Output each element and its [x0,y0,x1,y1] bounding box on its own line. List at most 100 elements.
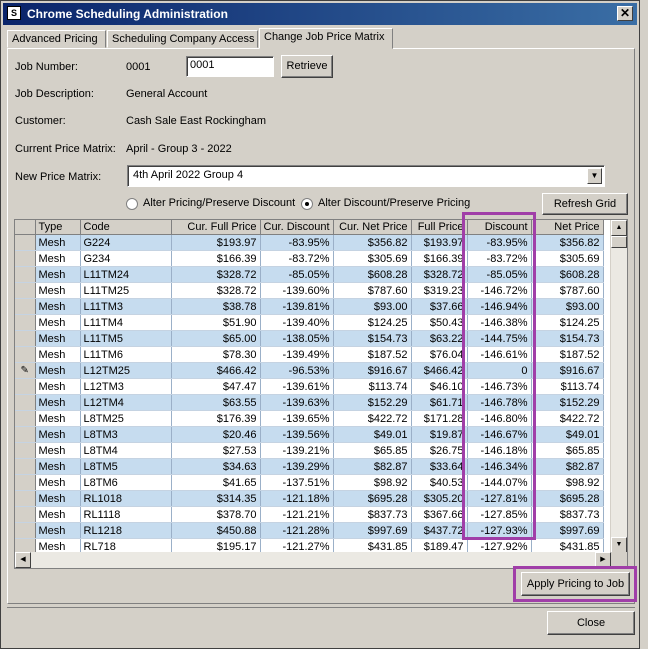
vertical-scroll-thumb[interactable] [611,236,627,248]
cell-cur-net-price[interactable]: $152.29 [333,394,412,411]
cell-cur-net-price[interactable]: $305.69 [333,250,412,267]
cell-type[interactable]: Mesh [35,362,81,379]
retrieve-button[interactable]: Retrieve [281,55,333,78]
price-grid[interactable]: Type Code Cur. Full Price Cur. Discount … [14,219,628,569]
column-header-type[interactable]: Type [35,220,81,235]
cell-code[interactable]: L8TM4 [80,442,172,459]
table-row[interactable]: Mesh L11TM5 $65.00 -138.05% $154.73 $63.22 -14… [15,330,604,347]
cell-cur-discount[interactable]: -137.51% [260,474,334,491]
cell-full-price[interactable]: $63.22 [411,330,468,347]
column-header-code[interactable]: Code [80,220,172,235]
cell-cur-net-price[interactable]: $422.72 [333,410,412,427]
row-selector[interactable] [15,266,36,283]
table-row[interactable]: Mesh G234 $166.39 -83.72% $305.69 $166.39 -83.… [15,250,604,267]
table-row[interactable]: Mesh RL1018 $314.35 -121.18% $695.28 $305.20-… [15,490,604,507]
cell-code[interactable]: G224 [80,234,172,251]
cell-full-price[interactable]: $26.75 [411,442,468,459]
cell-net-price[interactable]: $49.01 [531,426,604,443]
row-selector[interactable] [15,522,36,539]
cell-type[interactable]: Mesh [35,506,81,523]
cell-code[interactable]: L11TM6 [80,346,172,363]
scroll-left-icon[interactable]: ◀ [15,552,31,568]
cell-cur-full-price[interactable]: $51.90 [171,314,261,331]
cell-discount[interactable]: -144.07% [467,474,532,491]
title-bar[interactable]: S Chrome Scheduling Administration ✕ [3,3,637,25]
cell-full-price[interactable]: $466.42 [411,362,468,379]
cell-full-price[interactable]: $61.71 [411,394,468,411]
cell-code[interactable]: L8TM25 [80,410,172,427]
cell-cur-discount[interactable]: -139.49% [260,346,334,363]
cell-cur-discount[interactable]: -139.65% [260,410,334,427]
cell-cur-discount[interactable]: -121.28% [260,522,334,539]
row-selector[interactable] [15,442,36,459]
cell-full-price[interactable]: $50.43 [411,314,468,331]
row-selector[interactable] [15,410,36,427]
table-row[interactable]: Mesh L8TM4 $27.53 -139.21% $65.85 $26.75 -146.… [15,442,604,459]
cell-net-price[interactable]: $187.52 [531,346,604,363]
cell-cur-discount[interactable]: -83.95% [260,234,334,251]
cell-cur-discount[interactable]: -96.53% [260,362,334,379]
cell-discount[interactable]: -146.73% [467,378,532,395]
column-header-cur-net-price[interactable]: Cur. Net Price [333,220,412,235]
job-number-input[interactable]: 0001 [186,56,274,77]
cell-code[interactable]: L11TM3 [80,298,172,315]
cell-net-price[interactable]: $154.73 [531,330,604,347]
cell-discount[interactable]: -146.38% [467,314,532,331]
tab-change-job-price-matrix[interactable]: Change Job Price Matrix [259,28,393,49]
table-row[interactable]: Mesh L11TM6 $78.30 -139.49% $187.52 $76.04 -14… [15,346,604,363]
cell-discount[interactable]: -146.61% [467,346,532,363]
cell-code[interactable]: L11TM24 [80,266,172,283]
cell-discount[interactable]: -127.85% [467,506,532,523]
column-header-full-price[interactable]: Full Price [411,220,468,235]
table-row[interactable]: ✎ Mesh L12TM25 $466.42 -96.53% $916.67 $466.42… [15,362,604,379]
cell-cur-net-price[interactable]: $65.85 [333,442,412,459]
cell-type[interactable]: Mesh [35,458,81,475]
cell-code[interactable]: L12TM4 [80,394,172,411]
cell-type[interactable]: Mesh [35,250,81,267]
cell-cur-discount[interactable]: -139.56% [260,426,334,443]
close-window-button[interactable]: ✕ [617,6,633,21]
vertical-scrollbar[interactable]: ▲ ▼ [610,220,627,553]
cell-code[interactable]: G234 [80,250,172,267]
table-row[interactable]: Mesh L8TM25 $176.39 -139.65% $422.72 $171.28-… [15,410,604,427]
cell-full-price[interactable]: $171.28 [411,410,468,427]
row-selector[interactable] [15,330,36,347]
cell-discount[interactable]: -127.81% [467,490,532,507]
column-header-discount[interactable]: Discount [467,220,532,235]
cell-cur-net-price[interactable]: $916.67 [333,362,412,379]
cell-type[interactable]: Mesh [35,314,81,331]
cell-cur-full-price[interactable]: $38.78 [171,298,261,315]
row-selector[interactable] [15,426,36,443]
cell-net-price[interactable]: $356.82 [531,234,604,251]
cell-cur-net-price[interactable]: $787.60 [333,282,412,299]
cell-full-price[interactable]: $193.97 [411,234,468,251]
cell-cur-net-price[interactable]: $356.82 [333,234,412,251]
cell-net-price[interactable]: $608.28 [531,266,604,283]
row-selector[interactable] [15,314,36,331]
cell-type[interactable]: Mesh [35,474,81,491]
row-selector[interactable] [15,346,36,363]
cell-type[interactable]: Mesh [35,282,81,299]
cell-full-price[interactable]: $319.23 [411,282,468,299]
cell-cur-full-price[interactable]: $450.88 [171,522,261,539]
cell-discount[interactable]: -146.78% [467,394,532,411]
cell-discount[interactable]: -146.72% [467,282,532,299]
cell-cur-discount[interactable]: -139.81% [260,298,334,315]
cell-cur-net-price[interactable]: $82.87 [333,458,412,475]
cell-full-price[interactable]: $33.64 [411,458,468,475]
table-row[interactable]: Mesh L11TM4 $51.90 -139.40% $124.25 $50.43 -14… [15,314,604,331]
tab-scheduling-company-access[interactable]: Scheduling Company Access [107,30,258,48]
cell-cur-full-price[interactable]: $166.39 [171,250,261,267]
cell-cur-full-price[interactable]: $314.35 [171,490,261,507]
cell-code[interactable]: L8TM3 [80,426,172,443]
row-selector[interactable] [15,298,36,315]
cell-cur-net-price[interactable]: $608.28 [333,266,412,283]
cell-type[interactable]: Mesh [35,426,81,443]
cell-discount[interactable]: -146.67% [467,426,532,443]
table-row[interactable]: Mesh L12TM3 $47.47 -139.61% $113.74 $46.10 -14… [15,378,604,395]
cell-discount[interactable]: -146.94% [467,298,532,315]
radio-alter-discount[interactable] [301,198,313,210]
chevron-down-icon[interactable]: ▼ [587,168,602,184]
cell-cur-discount[interactable]: -139.40% [260,314,334,331]
cell-cur-full-price[interactable]: $176.39 [171,410,261,427]
